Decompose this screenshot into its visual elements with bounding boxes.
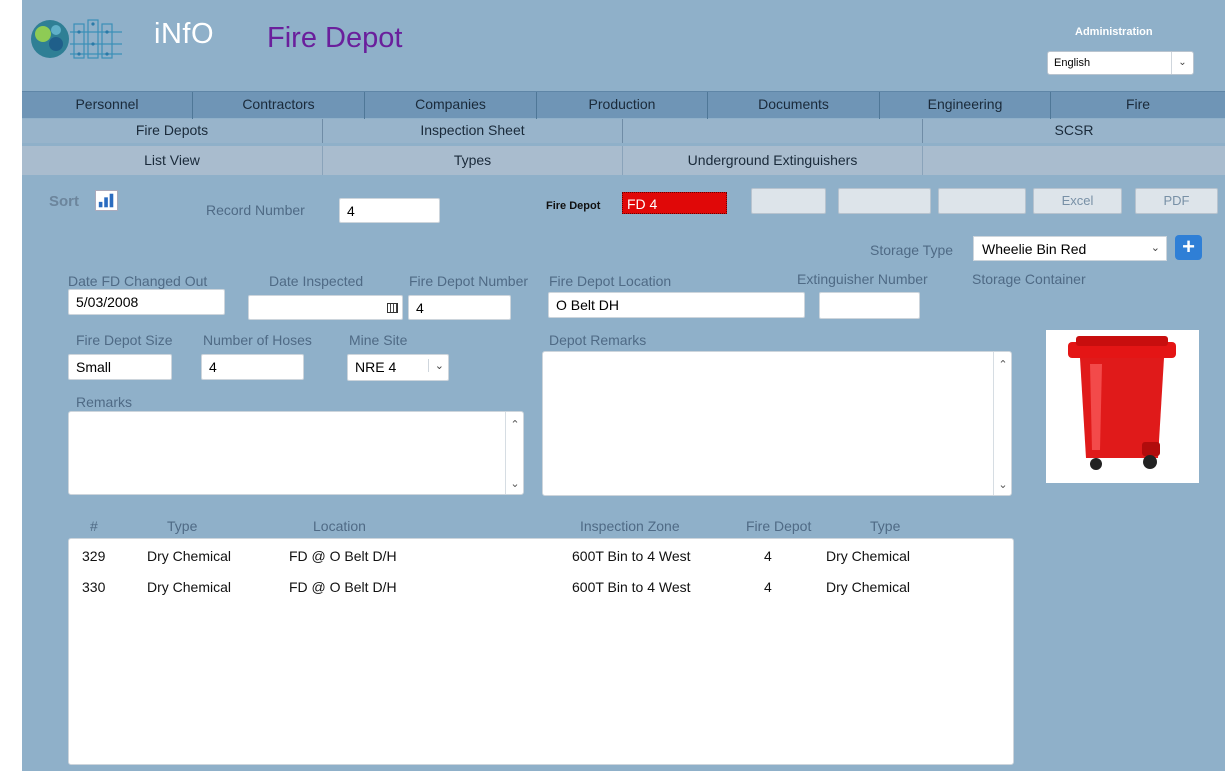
col-header-type-2[interactable]: Type — [870, 518, 900, 534]
excel-button[interactable]: Excel — [1033, 188, 1122, 214]
cell-fire-depot: 4 — [764, 579, 772, 595]
nav-companies[interactable]: Companies — [365, 92, 537, 119]
cell-type: Dry Chemical — [147, 579, 232, 595]
cell-type-2: Dry Chemical — [826, 548, 911, 564]
language-select[interactable]: English ⌄ — [1047, 51, 1194, 75]
mine-site-select[interactable]: NRE 4 ⌄ — [347, 354, 449, 381]
storage-type-label: Storage Type — [870, 242, 954, 258]
toolbar-button-2[interactable] — [838, 188, 931, 214]
nav-engineering[interactable]: Engineering — [880, 92, 1051, 119]
fire-depot-size-field[interactable]: Small — [68, 354, 172, 380]
nav-personnel[interactable]: Personnel — [22, 92, 193, 119]
storage-type-select[interactable]: Wheelie Bin Red ⌄ — [973, 236, 1167, 261]
cell-inspection-zone: 600T Bin to 4 West — [572, 579, 691, 595]
cell-number: 329 — [82, 548, 106, 564]
pdf-button[interactable]: PDF — [1135, 188, 1218, 214]
language-value: English — [1054, 57, 1091, 69]
tab-empty[interactable] — [923, 146, 1225, 175]
extinguisher-table: 329 Dry Chemical FD @ O Belt D/H 600T Bi… — [68, 538, 1014, 765]
fire-depot-size-label: Fire Depot Size — [76, 332, 173, 348]
sort-label: Sort — [49, 193, 79, 210]
mine-site-label: Mine Site — [349, 332, 408, 348]
administration-link[interactable]: Administration — [1075, 26, 1153, 38]
fire-depot-badge[interactable]: FD 4 — [622, 192, 727, 214]
storage-container-label: Storage Container — [972, 271, 1086, 287]
cell-location: FD @ O Belt D/H — [289, 579, 397, 595]
number-of-hoses-label: Number of Hoses — [203, 332, 312, 348]
col-header-inspection-zone[interactable]: Inspection Zone — [580, 518, 680, 534]
remarks-textarea[interactable]: ⌃ ⌄ — [68, 411, 524, 495]
app-name: iNfO — [154, 18, 214, 50]
table-row[interactable]: 329 Dry Chemical FD @ O Belt D/H 600T Bi… — [69, 548, 1013, 572]
depot-remarks-label: Depot Remarks — [549, 332, 647, 348]
extinguisher-number-label: Extinguisher Number — [797, 271, 928, 287]
extinguisher-number-field[interactable] — [819, 292, 920, 319]
chevron-down-icon: ⌄ — [427, 359, 444, 372]
nav-fire[interactable]: Fire — [1051, 92, 1225, 119]
primary-nav: Personnel Contractors Companies Producti… — [22, 91, 1225, 119]
fd-location-field[interactable]: O Belt DH — [548, 292, 805, 318]
secondary-nav: Fire Depots Inspection Sheet SCSR — [22, 119, 1225, 143]
nav-production[interactable]: Production — [537, 92, 708, 119]
toolbar-button-1[interactable] — [751, 188, 826, 214]
subnav-inspection-sheet[interactable]: Inspection Sheet — [323, 119, 623, 143]
bar-chart-icon[interactable] — [95, 190, 118, 211]
remarks-label: Remarks — [76, 394, 133, 410]
toolbar-button-3[interactable] — [938, 188, 1026, 214]
page-title: Fire Depot — [267, 22, 403, 54]
cell-type: Dry Chemical — [147, 548, 232, 564]
col-header-type[interactable]: Type — [167, 518, 197, 534]
cell-location: FD @ O Belt D/H — [289, 548, 397, 564]
app-window: iNfO Fire Depot Administration English ⌄… — [22, 0, 1225, 771]
scroll-down-icon[interactable]: ⌄ — [994, 478, 1012, 491]
date-changed-label: Date FD Changed Out — [68, 273, 208, 289]
record-number-label: Record Number — [206, 202, 305, 218]
fd-number-field[interactable]: 4 — [408, 295, 511, 320]
fd-number-label: Fire Depot Number — [409, 273, 529, 289]
depot-remarks-scrollbar[interactable]: ⌃ ⌄ — [993, 352, 1011, 495]
tab-underground-extinguishers[interactable]: Underground Extinguishers — [623, 146, 923, 175]
scroll-up-icon[interactable]: ⌃ — [506, 418, 524, 431]
scroll-up-icon[interactable]: ⌃ — [994, 358, 1012, 371]
cell-fire-depot: 4 — [764, 548, 772, 564]
mine-site-value: NRE 4 — [355, 359, 397, 375]
add-storage-type-button[interactable]: + — [1175, 235, 1202, 260]
table-row[interactable]: 330 Dry Chemical FD @ O Belt D/H 600T Bi… — [69, 579, 1013, 603]
record-number-field[interactable]: 4 — [339, 198, 440, 223]
calendar-icon[interactable] — [387, 303, 398, 313]
chevron-down-icon: ⌄ — [1150, 242, 1160, 254]
depot-remarks-textarea[interactable]: ⌃ ⌄ — [542, 351, 1012, 496]
storage-type-value: Wheelie Bin Red — [982, 241, 1087, 257]
fire-depot-label: Fire Depot — [546, 200, 601, 212]
cell-type-2: Dry Chemical — [826, 579, 911, 595]
nav-contractors[interactable]: Contractors — [193, 92, 365, 119]
remarks-scrollbar[interactable]: ⌃ ⌄ — [505, 412, 523, 494]
col-header-number[interactable]: # — [90, 518, 98, 534]
chevron-down-icon: ⌄ — [1171, 52, 1193, 74]
subnav-scsr[interactable]: SCSR — [923, 119, 1225, 143]
number-of-hoses-field[interactable]: 4 — [201, 354, 304, 380]
wheelie-bin-icon — [1068, 336, 1176, 470]
cell-number: 330 — [82, 579, 106, 595]
col-header-fire-depot[interactable]: Fire Depot — [746, 518, 811, 534]
date-changed-field[interactable]: 5/03/2008 — [68, 289, 225, 315]
date-inspected-field[interactable] — [248, 295, 403, 320]
nav-documents[interactable]: Documents — [708, 92, 880, 119]
scroll-down-icon[interactable]: ⌄ — [506, 477, 524, 490]
tab-types[interactable]: Types — [323, 146, 623, 175]
tertiary-nav: List View Types Underground Extinguisher… — [22, 146, 1225, 175]
subnav-fire-depots[interactable]: Fire Depots — [22, 119, 323, 143]
col-header-location[interactable]: Location — [313, 518, 366, 534]
fd-location-label: Fire Depot Location — [549, 273, 672, 289]
subnav-empty[interactable] — [623, 119, 923, 143]
tab-list-view[interactable]: List View — [22, 146, 323, 175]
storage-container-image — [1046, 330, 1199, 483]
cell-inspection-zone: 600T Bin to 4 West — [572, 548, 691, 564]
date-inspected-label: Date Inspected — [269, 273, 364, 289]
